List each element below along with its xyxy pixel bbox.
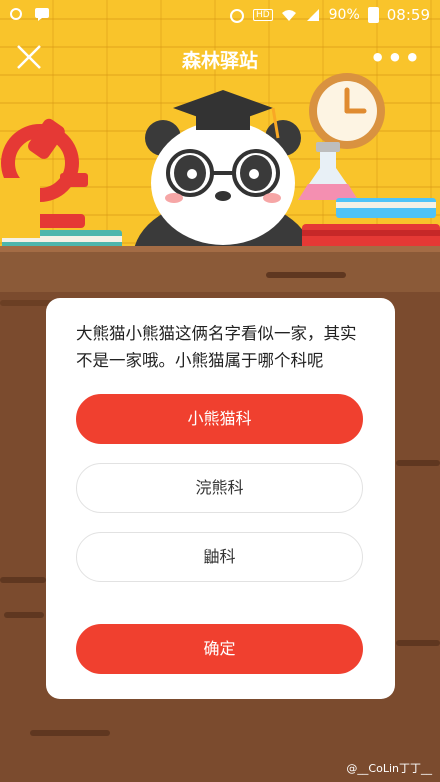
microscope-icon (0, 118, 122, 252)
wifi-icon (281, 7, 297, 23)
floor-plank (4, 612, 44, 618)
option-3[interactable]: 鼬科 (76, 532, 363, 582)
quiz-question: 大熊猫小熊猫这俩名字看似一家，其实不是一家哦。小熊猫属于哪个科呢 (76, 324, 357, 370)
floor-plank (396, 640, 440, 646)
watermark: @__CoLin丁丁__ (346, 762, 432, 775)
more-icon[interactable]: ••• (370, 44, 422, 72)
notification-icon (8, 6, 24, 22)
clock-time: 08:59 (386, 6, 430, 24)
option-1[interactable]: 小熊猫科 (76, 394, 363, 444)
battery-percent: 90% (328, 7, 360, 23)
option-2[interactable]: 浣熊科 (76, 463, 363, 513)
alarm-icon (229, 7, 245, 23)
status-bar: HD 90% 08:59 (0, 0, 440, 30)
message-icon (34, 6, 50, 22)
title-bar: 森林驿站 ••• (0, 34, 440, 80)
signal-icon (305, 7, 321, 23)
desk (0, 252, 440, 292)
floor-plank (396, 460, 440, 466)
hd-badge: HD (252, 9, 273, 21)
flask-icon (298, 142, 440, 252)
desk-plank (266, 272, 346, 278)
battery-icon (367, 7, 379, 23)
quiz-card: 大熊猫小熊猫这俩名字看似一家，其实不是一家哦。小熊猫属于哪个科呢 小熊猫科 浣熊… (46, 298, 395, 699)
floor-plank (0, 577, 46, 583)
panda-illustration (133, 90, 313, 258)
floor-plank (30, 730, 110, 736)
confirm-button[interactable]: 确定 (76, 624, 363, 674)
